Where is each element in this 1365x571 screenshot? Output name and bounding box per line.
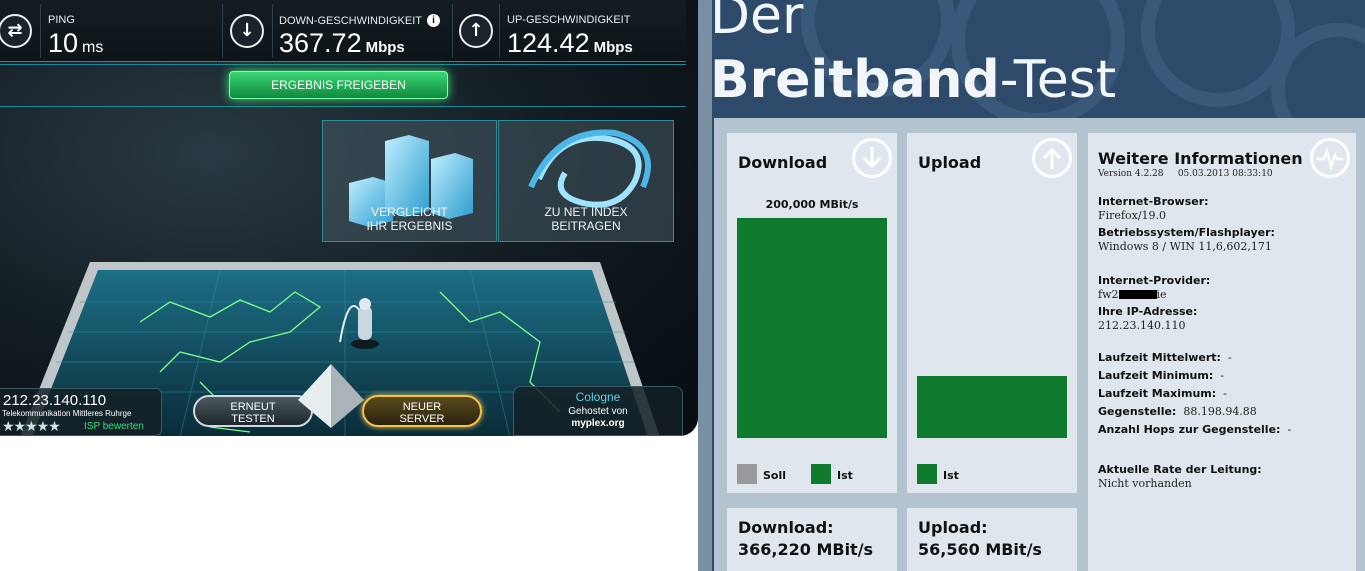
legend-ist: Ist xyxy=(811,464,853,484)
legend-swatch-ist xyxy=(811,464,831,484)
ping-number: 10 xyxy=(48,28,79,58)
download-heading: Download xyxy=(738,153,828,172)
ping-unit: ms xyxy=(82,39,104,56)
download-unit: Mbps xyxy=(365,39,405,56)
results-panel: Download 200,000 MBit/s Soll Ist Upload … xyxy=(714,118,1365,571)
pyramid-icon xyxy=(298,364,364,428)
page-title: Breitband-Test xyxy=(710,50,1117,110)
legend-soll: Soll xyxy=(737,464,786,484)
ip-label: Ihre IP-Adresse: xyxy=(1098,305,1198,318)
os-label: Betriebssystem/Flashplayer: xyxy=(1098,226,1275,239)
bar-upload-ist xyxy=(917,376,1067,438)
ping-label: PING xyxy=(48,14,75,26)
arrow-down-icon: ↓ xyxy=(230,14,264,48)
arrow-up-icon: ↑ xyxy=(459,14,493,48)
upload-unit: Mbps xyxy=(593,39,633,56)
rating-stars[interactable]: ★★★★★ xyxy=(2,419,61,435)
provider-value: fw2 ie xyxy=(1098,288,1167,301)
upload-result: ↑ UP-GESCHWINDIGKEIT 124.42 Mbps xyxy=(452,4,686,58)
breitband-test-panel: Der Breitband-Test Download 200,000 MBit… xyxy=(698,0,1365,571)
compare-results-tile[interactable]: VERGLEICHT IHR ERGEBNIS xyxy=(322,120,497,242)
ping-value: 10 ms xyxy=(48,28,103,59)
line-rate-value: Nicht vorhanden xyxy=(1098,477,1192,490)
client-info: 212.23.140.110 Telekommunikation Mittler… xyxy=(0,388,162,436)
download-arrow-icon xyxy=(852,138,892,178)
upload-heading: Upload xyxy=(918,153,982,172)
legend-ist: Ist xyxy=(917,464,959,484)
min-runtime: Laufzeit Minimum: - xyxy=(1098,369,1224,382)
redaction-block xyxy=(1118,290,1157,299)
net-index-label: ZU NET INDEX BEITRAGEN xyxy=(544,205,628,233)
upload-number: 124.42 xyxy=(507,28,590,58)
info-heading: Weitere Informationen xyxy=(1098,149,1303,168)
download-label: DOWN-GESCHWINDIGKEIT i xyxy=(279,14,440,27)
upload-result-label: Upload: xyxy=(918,518,988,537)
compare-results-label: VERGLEICHT IHR ERGEBNIS xyxy=(366,205,453,233)
download-result-card: Download: 366,220 MBit/s xyxy=(727,508,897,571)
ip-value: 212.23.140.110 xyxy=(1098,319,1186,332)
browser-label: Internet-Browser: xyxy=(1098,195,1209,208)
download-value: 367.72 Mbps xyxy=(279,28,405,59)
upload-label: UP-GESCHWINDIGKEIT xyxy=(507,14,631,26)
net-index-tile[interactable]: ZU NET INDEX BEITRAGEN xyxy=(498,120,674,242)
legend-swatch-soll xyxy=(737,464,757,484)
pulse-icon xyxy=(1310,138,1350,178)
divider-line xyxy=(0,106,686,107)
share-result-button[interactable]: ERGEBNIS FREIGEBEN xyxy=(229,71,448,99)
server-info: Cologne Gehostet von myplex.org xyxy=(513,386,683,436)
download-result-label: Download: xyxy=(738,518,834,537)
exchange-arrows-icon: ⇄ xyxy=(0,14,32,48)
line-rate-label: Aktuelle Rate der Leitung: xyxy=(1098,463,1262,476)
download-result-value: 366,220 MBit/s xyxy=(738,540,874,559)
server-city: Cologne xyxy=(575,390,621,404)
upload-value: 124.42 Mbps xyxy=(507,28,633,59)
upload-chart xyxy=(917,376,1067,438)
divider xyxy=(40,4,41,58)
provider-label: Internet-Provider: xyxy=(1098,274,1211,287)
info-icon[interactable]: i xyxy=(427,14,440,27)
max-runtime: Laufzeit Maximum: - xyxy=(1098,387,1227,400)
client-isp: Telekommunikation Mittleres Ruhrge xyxy=(2,409,132,418)
divider xyxy=(272,4,273,58)
speedtest-panel: ⇄ PING 10 ms ↓ DOWN-GESCHWINDIGKEIT i 367.… xyxy=(0,0,698,436)
avg-runtime: Laufzeit Mittelwert: - xyxy=(1098,351,1232,364)
version-info: Version 4.2.28 05.03.2013 08:33:10 xyxy=(1098,169,1273,179)
download-card: Download 200,000 MBit/s Soll Ist xyxy=(727,133,897,493)
rate-isp-link[interactable]: ISP bewerten xyxy=(84,421,144,432)
hop-count: Anzahl Hops zur Gegenstelle: - xyxy=(1098,423,1292,436)
upload-arrow-icon xyxy=(1032,138,1072,178)
download-result: ↓ DOWN-GESCHWINDIGKEIT i 367.72 Mbps xyxy=(222,4,450,58)
divider xyxy=(499,4,500,58)
divider-line xyxy=(0,64,686,65)
os-value: Windows 8 / WIN 11,6,602,171 xyxy=(1098,240,1272,253)
download-chart xyxy=(737,218,887,438)
upload-card: Upload Ist xyxy=(907,133,1077,493)
bar-download-ist xyxy=(737,218,887,438)
result-bar: ⇄ PING 10 ms ↓ DOWN-GESCHWINDIGKEIT i 367.… xyxy=(0,0,686,62)
info-card: Weitere Informationen Version 4.2.28 05.… xyxy=(1088,133,1356,571)
browser-value: Firefox/19.0 xyxy=(1098,209,1167,222)
peer-address: Gegenstelle: 88.198.94.88 xyxy=(1098,405,1257,418)
client-ip: 212.23.140.110 xyxy=(3,392,107,409)
upload-result-value: 56,560 MBit/s xyxy=(918,540,1042,559)
download-number: 367.72 xyxy=(279,28,362,58)
new-server-button[interactable]: NEUER SERVER xyxy=(362,395,482,427)
retest-button[interactable]: ERNEUT TESTEN xyxy=(193,395,313,427)
upload-result-card: Upload: 56,560 MBit/s xyxy=(907,508,1077,571)
legend-swatch-ist xyxy=(917,464,937,484)
server-host: Gehostet von myplex.org xyxy=(568,406,628,429)
ping-result: ⇄ PING 10 ms xyxy=(0,4,220,58)
page-title-line1: Der xyxy=(710,0,804,46)
